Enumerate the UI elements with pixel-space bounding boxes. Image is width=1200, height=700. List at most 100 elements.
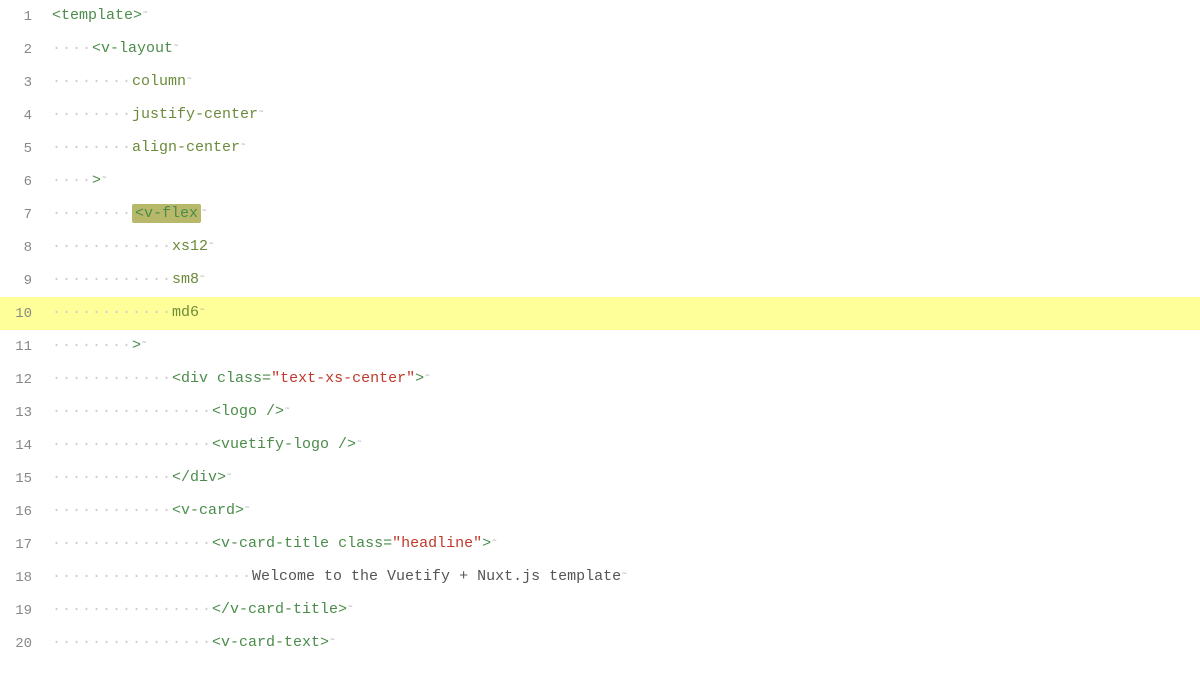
code-line-3: 3········column˜ bbox=[0, 66, 1200, 99]
code-line-16: 16············<v-card>˜ bbox=[0, 495, 1200, 528]
line-content: <template>˜ bbox=[48, 0, 1200, 33]
line-number: 15 bbox=[0, 463, 48, 495]
token-attr-name: class= bbox=[338, 535, 392, 552]
token-attr: column bbox=[132, 73, 186, 90]
indent-dots: ········ bbox=[52, 73, 132, 90]
indent-dots: ········ bbox=[52, 205, 132, 222]
line-content: ············<div class="text-xs-center">… bbox=[48, 363, 1200, 396]
code-line-19: 19················</v-card-title>˜ bbox=[0, 594, 1200, 627]
line-content: ············</div>˜ bbox=[48, 462, 1200, 495]
indent-dots: ················ bbox=[52, 403, 212, 420]
code-line-14: 14················<vuetify-logo />˜ bbox=[0, 429, 1200, 462]
token-string: "text-xs-center" bbox=[271, 370, 415, 387]
line-number: 16 bbox=[0, 496, 48, 528]
indent-dots: ················ bbox=[52, 634, 212, 651]
line-content: ····>˜ bbox=[48, 165, 1200, 198]
code-lines: 1<template>˜2····<v-layout˜3········colu… bbox=[0, 0, 1200, 660]
code-line-17: 17················<v-card-title class="h… bbox=[0, 528, 1200, 561]
line-content: ········>˜ bbox=[48, 330, 1200, 363]
indent-dots: ················ bbox=[52, 436, 212, 453]
token-string: "headline" bbox=[392, 535, 482, 552]
indent-dots: ············ bbox=[52, 370, 172, 387]
code-line-12: 12············<div class="text-xs-center… bbox=[0, 363, 1200, 396]
indent-dots: ············ bbox=[52, 502, 172, 519]
token-attr: justify-center bbox=[132, 106, 258, 123]
indent-dots: ········ bbox=[52, 337, 132, 354]
line-number: 20 bbox=[0, 628, 48, 660]
line-content: ····················Welcome to the Vueti… bbox=[48, 561, 1200, 594]
line-trail: ˜ bbox=[141, 341, 148, 353]
line-number: 3 bbox=[0, 67, 48, 99]
line-trail: ˜ bbox=[199, 275, 206, 287]
line-content: ············<v-card>˜ bbox=[48, 495, 1200, 528]
line-trail: ˜ bbox=[142, 11, 149, 23]
line-number: 14 bbox=[0, 430, 48, 462]
line-trail: ˜ bbox=[201, 209, 208, 221]
line-trail: ˜ bbox=[284, 407, 291, 419]
line-number: 12 bbox=[0, 364, 48, 396]
line-trail: ˜ bbox=[347, 605, 354, 617]
token-attr: align-center bbox=[132, 139, 240, 156]
line-content: ········column˜ bbox=[48, 66, 1200, 99]
code-line-18: 18····················Welcome to the Vue… bbox=[0, 561, 1200, 594]
token-tag: <v-card> bbox=[172, 502, 244, 519]
line-number: 8 bbox=[0, 232, 48, 264]
token-tag: <logo /> bbox=[212, 403, 284, 420]
token-attr: md6 bbox=[172, 304, 199, 321]
line-trail: ˜ bbox=[208, 242, 215, 254]
line-content: ············sm8˜ bbox=[48, 264, 1200, 297]
line-number: 9 bbox=[0, 265, 48, 297]
token-tag: <v-layout bbox=[92, 40, 173, 57]
token-tag: > bbox=[92, 172, 101, 189]
line-number: 1 bbox=[0, 1, 48, 33]
token-attr-name: class= bbox=[217, 370, 271, 387]
indent-dots: ················ bbox=[52, 535, 212, 552]
token-tag: <vuetify-logo /> bbox=[212, 436, 356, 453]
code-line-15: 15············</div>˜ bbox=[0, 462, 1200, 495]
line-content: ········justify-center˜ bbox=[48, 99, 1200, 132]
indent-dots: ···· bbox=[52, 172, 92, 189]
line-content: ········<v-flex˜ bbox=[48, 198, 1200, 231]
line-content: ················<vuetify-logo />˜ bbox=[48, 429, 1200, 462]
code-line-6: 6····>˜ bbox=[0, 165, 1200, 198]
line-trail: ˜ bbox=[329, 638, 336, 650]
token-tag: <v-card-text> bbox=[212, 634, 329, 651]
token-tag-highlight: <v-flex bbox=[132, 204, 201, 223]
line-trail: ˜ bbox=[199, 308, 206, 320]
code-line-7: 7········<v-flex˜ bbox=[0, 198, 1200, 231]
line-content: ················<v-card-title class="hea… bbox=[48, 528, 1200, 561]
code-line-1: 1<template>˜ bbox=[0, 0, 1200, 33]
token-tag: > bbox=[482, 535, 491, 552]
line-trail: ˜ bbox=[101, 176, 108, 188]
line-number: 2 bbox=[0, 34, 48, 66]
line-content: ················</v-card-title>˜ bbox=[48, 594, 1200, 627]
indent-dots: ········ bbox=[52, 139, 132, 156]
line-number: 13 bbox=[0, 397, 48, 429]
line-content: ········align-center˜ bbox=[48, 132, 1200, 165]
line-trail: ˜ bbox=[240, 143, 247, 155]
line-trail: ˜ bbox=[244, 506, 251, 518]
line-trail: ˜ bbox=[186, 77, 193, 89]
token-tag: <template> bbox=[52, 7, 142, 24]
indent-dots: ················ bbox=[52, 601, 212, 618]
code-line-13: 13················<logo />˜ bbox=[0, 396, 1200, 429]
token-tag: </div> bbox=[172, 469, 226, 486]
line-number: 6 bbox=[0, 166, 48, 198]
token-tag: <v-card-title bbox=[212, 535, 338, 552]
indent-dots: ········ bbox=[52, 106, 132, 123]
code-line-8: 8············xs12˜ bbox=[0, 231, 1200, 264]
line-trail: ˜ bbox=[356, 440, 363, 452]
line-number: 4 bbox=[0, 100, 48, 132]
token-attr: sm8 bbox=[172, 271, 199, 288]
token-tag: <div bbox=[172, 370, 217, 387]
line-trail: ˜ bbox=[226, 473, 233, 485]
indent-dots: ············ bbox=[52, 238, 172, 255]
token-attr: xs12 bbox=[172, 238, 208, 255]
code-editor: 1<template>˜2····<v-layout˜3········colu… bbox=[0, 0, 1200, 700]
code-line-10: 10············md6˜ bbox=[0, 297, 1200, 330]
line-trail: ˜ bbox=[491, 539, 498, 551]
line-number: 5 bbox=[0, 133, 48, 165]
line-trail: ˜ bbox=[424, 374, 431, 386]
line-content: ············md6˜ bbox=[48, 297, 1200, 330]
line-number: 17 bbox=[0, 529, 48, 561]
